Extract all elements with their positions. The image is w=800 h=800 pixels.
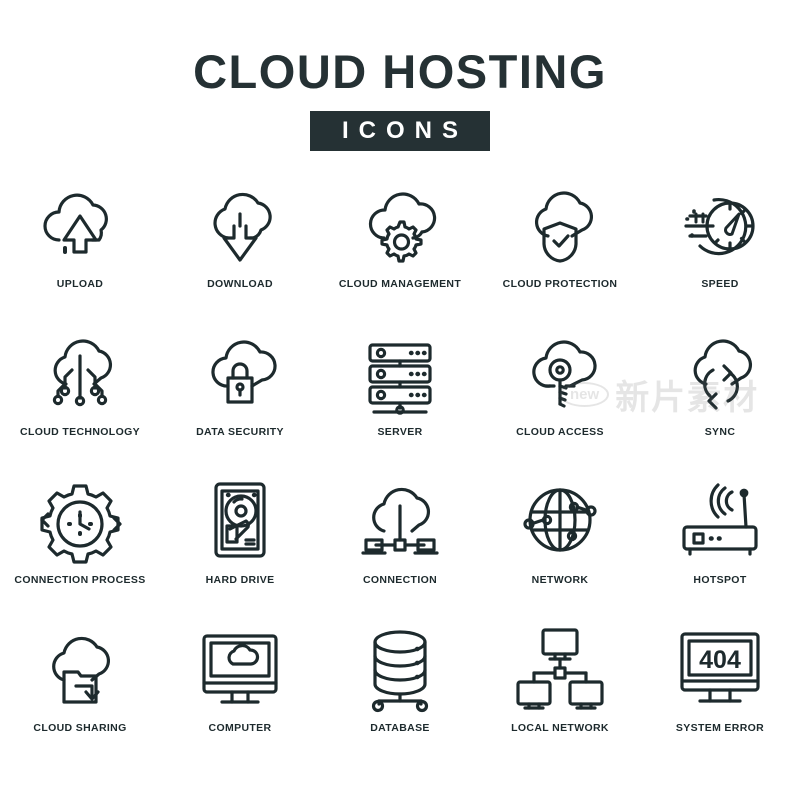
server-rack-icon (354, 326, 446, 418)
icon-label: DOWNLOAD (207, 278, 273, 290)
icon-cell-network[interactable]: NETWORK (480, 474, 640, 603)
error-code-text: 404 (699, 646, 741, 674)
icon-label: SERVER (377, 426, 423, 438)
icon-cell-cloud-technology[interactable]: CLOUD TECHNOLOGY (0, 326, 160, 455)
icon-cell-hotspot[interactable]: HOTSPOT (640, 474, 800, 603)
cloud-upload-icon (34, 178, 126, 270)
cloud-gear-icon (354, 178, 446, 270)
database-icon (354, 622, 446, 714)
router-hotspot-icon (674, 474, 766, 566)
icon-cell-hard-drive[interactable]: HARD DRIVE (160, 474, 320, 603)
icon-cell-download[interactable]: DOWNLOAD (160, 178, 320, 307)
icon-label: CLOUD MANAGEMENT (338, 278, 462, 290)
cloud-download-icon (194, 178, 286, 270)
icon-label: SYNC (704, 426, 736, 438)
monitor-cloud-icon (194, 622, 286, 714)
page-title: CLOUD HOSTING (193, 45, 607, 98)
badge-wrapper: ICONS (0, 111, 800, 152)
cloud-folder-share-icon (34, 622, 126, 714)
icon-label: SPEED (701, 278, 739, 290)
icon-label: CONNECTION (362, 574, 438, 586)
cloud-sync-arrows-icon (674, 326, 766, 418)
icon-cell-connection[interactable]: CONNECTION (320, 474, 480, 603)
icon-label: NETWORK (531, 574, 589, 586)
local-network-icon (514, 622, 606, 714)
icon-cell-upload[interactable]: UPLOAD (0, 178, 160, 307)
icon-cell-cloud-sharing[interactable]: CLOUD SHARING (0, 622, 160, 751)
icon-cell-system-error[interactable]: 404 SYSTEM ERROR (640, 622, 800, 751)
cloud-circuit-icon (34, 326, 126, 418)
cloud-key-icon (514, 326, 606, 418)
icon-label: CLOUD PROTECTION (502, 278, 618, 290)
monitor-404-icon: 404 (674, 622, 766, 714)
icon-label: CLOUD ACCESS (516, 426, 604, 438)
cloud-shield-check-icon (514, 178, 606, 270)
icon-label: UPLOAD (56, 278, 104, 290)
icon-cell-cloud-management[interactable]: CLOUD MANAGEMENT (320, 178, 480, 307)
icon-cell-sync[interactable]: SYNC (640, 326, 800, 455)
cloud-lock-icon (194, 326, 286, 418)
icon-label: CONNECTION PROCESS (14, 574, 146, 586)
icon-cell-data-security[interactable]: DATA SECURITY (160, 326, 320, 455)
icon-label: COMPUTER (208, 722, 272, 734)
icon-cell-local-network[interactable]: LOCAL NETWORK (480, 622, 640, 751)
icon-label: CLOUD TECHNOLOGY (20, 426, 140, 438)
icon-cell-database[interactable]: DATABASE (320, 622, 480, 751)
icon-label: SYSTEM ERROR (675, 722, 765, 734)
hard-drive-icon (194, 474, 286, 566)
icon-sheet-page: CLOUD HOSTING ICONS UPLOAD DOWNLOAD CLOU… (0, 0, 800, 800)
icon-label: HARD DRIVE (205, 574, 275, 586)
icon-cell-cloud-access[interactable]: CLOUD ACCESS (480, 326, 640, 455)
icon-cell-speed[interactable]: SPEED (640, 178, 800, 307)
icon-cell-computer[interactable]: COMPUTER (160, 622, 320, 751)
gear-clock-icon (34, 474, 126, 566)
icon-cell-connection-process[interactable]: CONNECTION PROCESS (0, 474, 160, 603)
icon-grid: UPLOAD DOWNLOAD CLOUD MANAGEMENT CLOUD P… (0, 178, 800, 751)
icon-cell-server[interactable]: SERVER (320, 326, 480, 455)
icon-label: LOCAL NETWORK (511, 722, 609, 734)
icon-cell-cloud-protection[interactable]: CLOUD PROTECTION (480, 178, 640, 307)
header: CLOUD HOSTING ICONS (0, 0, 800, 152)
icon-label: HOTSPOT (693, 574, 747, 586)
speedometer-icon (674, 178, 766, 270)
icon-label: DATA SECURITY (196, 426, 284, 438)
icon-label: DATABASE (370, 722, 430, 734)
globe-network-icon (514, 474, 606, 566)
cloud-connection-icon (354, 474, 446, 566)
icon-label: CLOUD SHARING (33, 722, 127, 734)
icons-badge: ICONS (309, 111, 490, 152)
